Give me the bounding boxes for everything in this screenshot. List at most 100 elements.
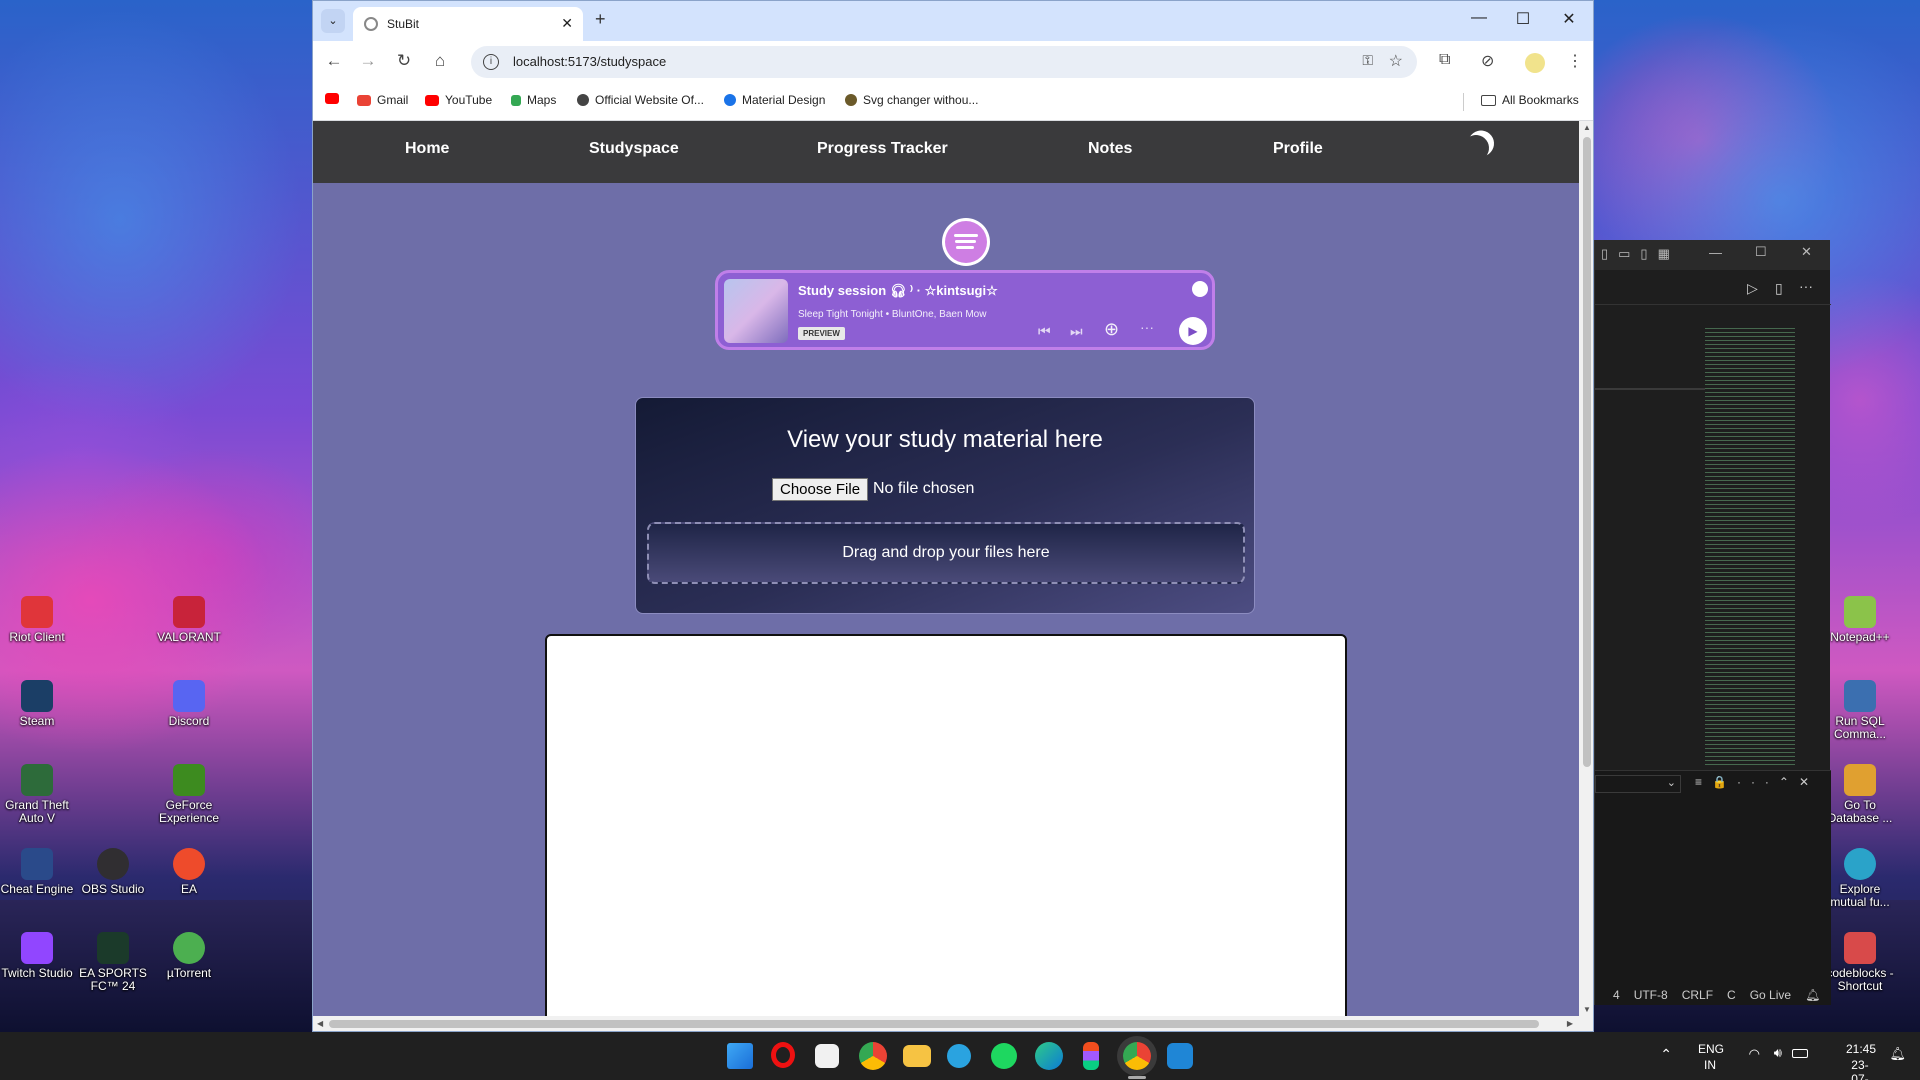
store-icon[interactable] [815,1044,839,1068]
profile-avatar[interactable] [1525,53,1545,73]
nav-profile[interactable]: Profile [1273,140,1323,158]
vscode-panel[interactable]: ⌄ ≡🔒···⌃✕ [1595,770,1831,1000]
vertical-scroll-thumb[interactable] [1583,137,1591,767]
extensions-icon[interactable]: ⧉ [1439,51,1450,69]
chrome-active-icon[interactable] [1123,1042,1151,1070]
bookmark-maps[interactable]: Maps [511,93,556,107]
add-icon[interactable]: ⊕ [1104,319,1119,340]
bookmark-gmail[interactable]: Gmail [357,93,408,107]
bell-icon[interactable]: 🔔︎ [1805,988,1820,1002]
previous-track-icon[interactable]: ⏮︎ [1038,323,1051,340]
desktop-icon-ea-sports-fc[interactable]: EA SPORTS FC™ 24 [73,932,153,993]
site-info-icon[interactable]: i [483,54,499,70]
extension-leaf-icon[interactable]: ⊘ [1481,51,1494,71]
url-text[interactable]: localhost:5173/studyspace [513,54,666,69]
next-track-icon[interactable]: ⏭︎ [1070,323,1083,340]
back-icon[interactable]: ← [323,51,345,71]
more-icon[interactable]: ··· [1799,278,1813,294]
wifi-icon[interactable]: ◠ [1749,1046,1760,1062]
vscode-icon[interactable] [1167,1043,1193,1069]
desktop-icon-ea[interactable]: EA [149,848,229,896]
maximize-icon[interactable]: ☐ [1755,244,1767,260]
chrome-window[interactable]: ⌄ StuBit ✕ + — ☐ ✕ ← → ↻ ⌂ i localhost:5… [312,0,1594,1032]
bookmark-svg-changer[interactable]: Svg changer withou... [845,93,978,107]
edge-icon[interactable] [1035,1042,1063,1070]
nav-progress-tracker[interactable]: Progress Tracker [817,140,948,158]
study-material-viewer[interactable] [545,634,1347,1016]
status-language[interactable]: C [1727,988,1736,1002]
desktop-icon-valorant[interactable]: VALORANT [149,596,229,644]
more-options-icon[interactable]: ··· [1140,319,1154,335]
desktop-icon-twitch-studio[interactable]: Twitch Studio [0,932,77,980]
password-key-icon[interactable]: ⚿ [1362,52,1373,69]
close-tab-icon[interactable]: ✕ [561,15,573,32]
home-icon[interactable]: ⌂ [429,51,451,71]
vertical-scrollbar[interactable]: ▲ ▼ [1579,121,1593,1016]
horizontal-scrollbar[interactable]: ◀ ▶ [313,1016,1593,1031]
spotify-small-icon[interactable] [1192,281,1208,297]
opera-icon[interactable] [771,1042,795,1068]
horizontal-scroll-thumb[interactable] [329,1020,1539,1028]
spotify-logo-icon[interactable] [945,221,987,263]
windows-start-icon[interactable] [727,1043,753,1069]
desktop-icon-steam[interactable]: Steam [0,680,77,728]
nav-notes[interactable]: Notes [1088,140,1132,158]
dark-mode-moon-icon[interactable] [1460,132,1492,164]
bookmark-youtube-icon-only[interactable] [325,93,339,104]
all-bookmarks[interactable]: All Bookmarks [1481,93,1579,107]
menu-kebab-icon[interactable]: ⋮ [1567,51,1583,71]
spotify-embed-player[interactable]: Study session 🎧︎ ⁾ · ☆kintsugi☆ Sleep Ti… [715,270,1215,350]
show-hidden-icons[interactable]: ⌃ [1660,1046,1672,1063]
notification-bell-icon[interactable]: 🔔︎ [1889,1046,1906,1062]
maximize-button[interactable]: ☐ [1503,9,1543,29]
desktop-icon-geforce[interactable]: GeForce Experience [149,764,229,825]
scroll-left-icon[interactable]: ◀ [317,1019,323,1028]
close-icon[interactable]: ✕ [1801,244,1812,260]
reload-icon[interactable]: ↻ [393,51,415,71]
desktop-icon-codeblocks[interactable]: codeblocks - Shortcut [1820,932,1900,993]
desktop-icon-run-sql[interactable]: Run SQL Comma... [1820,680,1900,741]
desktop-icon-go-to-database[interactable]: Go To Database ... [1820,764,1900,825]
nav-studyspace[interactable]: Studyspace [589,140,679,158]
panel-dropdown[interactable]: ⌄ [1595,775,1681,793]
bookmark-star-icon[interactable]: ☆ [1389,51,1403,71]
telegram-icon[interactable] [947,1044,971,1068]
vscode-window[interactable]: ▯▭▯▦ — ☐ ✕ ▷ ▯ ··· ⌄ ≡🔒···⌃✕ 4 UTF-8 CRL… [1594,240,1831,1005]
clock-date[interactable]: 23-07-2024 [1851,1058,1878,1080]
play-button[interactable]: ▶ [1179,317,1207,345]
playlist-title[interactable]: Study session 🎧︎ ⁾ · ☆kintsugi☆ [798,283,998,299]
tab-search-button[interactable]: ⌄ [321,9,345,33]
minimize-icon[interactable]: — [1709,245,1722,260]
bookmark-material-design[interactable]: Material Design [724,93,825,107]
run-icon[interactable]: ▷ [1747,280,1758,297]
desktop-icon-discord[interactable]: Discord [149,680,229,728]
figma-icon[interactable] [1083,1042,1099,1070]
minimize-button[interactable]: — [1459,9,1499,27]
tab-stubit[interactable]: StuBit ✕ [353,7,583,41]
split-editor-icon[interactable]: ▯ [1775,280,1783,297]
close-window-button[interactable]: ✕ [1549,9,1589,29]
layout-icons[interactable]: ▯▭▯▦ [1601,246,1680,262]
address-bar[interactable]: i localhost:5173/studyspace ⚿ ☆ [471,46,1417,78]
track-subtitle[interactable]: Sleep Tight Tonight • BluntOne, Baen Mow [798,309,986,320]
status-go-live[interactable]: Go Live [1750,988,1791,1002]
desktop-icon-gta-v[interactable]: Grand Theft Auto V [0,764,77,825]
forward-icon[interactable]: → [357,51,379,71]
desktop-icon-explore-mutual-funds[interactable]: Explore mutual fu... [1820,848,1900,909]
status-encoding[interactable]: UTF-8 [1634,988,1668,1002]
minimap[interactable] [1705,328,1795,768]
file-explorer-icon[interactable] [903,1045,931,1067]
scroll-up-icon[interactable]: ▲ [1583,123,1591,132]
battery-icon[interactable] [1792,1049,1808,1058]
desktop-icon-notepadpp[interactable]: Notepad++ [1820,596,1900,644]
scroll-down-icon[interactable]: ▼ [1583,1005,1591,1014]
panel-actions-icons[interactable]: ≡🔒···⌃✕ [1695,775,1819,789]
new-tab-button[interactable]: + [595,9,606,30]
spotify-icon[interactable] [991,1043,1017,1069]
nav-home[interactable]: Home [405,140,449,158]
clock-time[interactable]: 21:45 [1846,1042,1876,1056]
page-viewport[interactable]: Home Studyspace Progress Tracker Notes P… [313,121,1579,1016]
language-indicator[interactable]: ENG [1698,1042,1724,1056]
desktop-icon-cheat-engine[interactable]: Cheat Engine [0,848,77,896]
status-eol[interactable]: CRLF [1682,988,1713,1002]
